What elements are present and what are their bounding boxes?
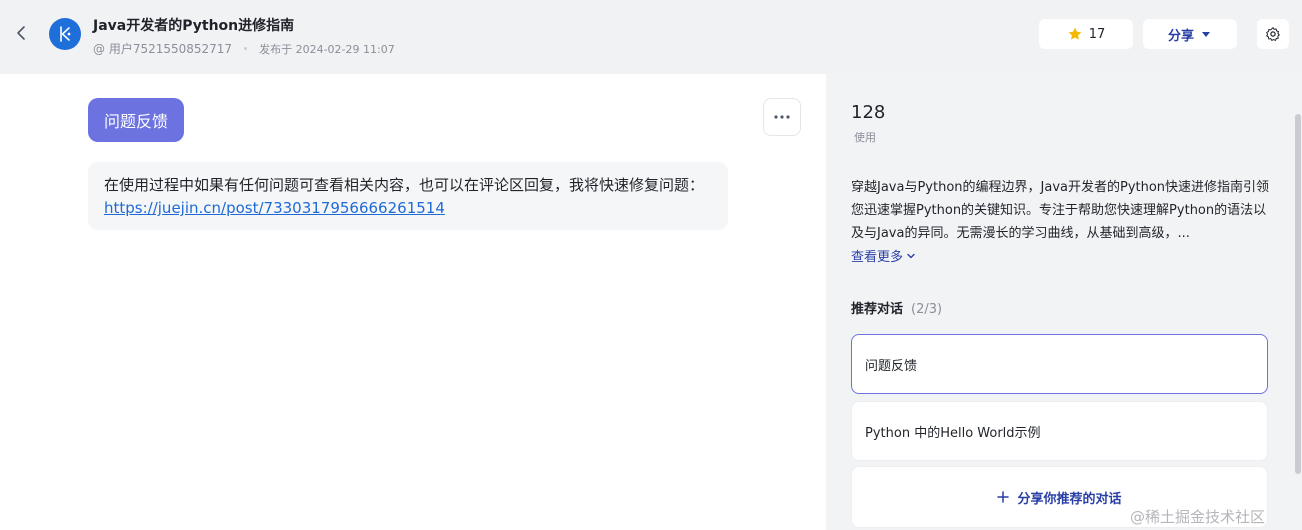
star-button[interactable]: 17 [1039, 19, 1133, 49]
recommend-item-label: Python 中的Hello World示例 [865, 425, 1041, 441]
recommend-title-text: 推荐对话 [851, 302, 904, 317]
meta-separator [244, 47, 248, 50]
chat-area: 问题反馈 在使用过程中如果有任何问题可查看相关内容，也可以在评论区回复，我将快速… [0, 74, 826, 530]
scroll-thumb[interactable] [1295, 114, 1301, 474]
bot-message: 在使用过程中如果有任何问题可查看相关内容，也可以在评论区回复，我将快速修复问题：… [88, 162, 728, 230]
recommend-item-label: 问题反馈 [865, 358, 918, 374]
share-label: 分享 [1167, 28, 1194, 44]
message-text: 在使用过程中如果有任何问题可查看相关内容，也可以在评论区回复，我将快速修复问题： [104, 176, 705, 194]
recommend-item-feedback[interactable]: 问题反馈 [851, 334, 1268, 394]
back-button[interactable] [10, 22, 32, 44]
uses-label: 使用 [854, 131, 876, 144]
header: Java开发者的Python进修指南 @ 用户7521550852717 发布于… [0, 0, 1302, 74]
see-more-link[interactable]: 查看更多 [851, 246, 916, 265]
chevron-down-icon [907, 253, 915, 258]
star-icon [1068, 27, 1082, 40]
more-options-button[interactable] [763, 98, 801, 136]
more-horizontal-icon [774, 115, 790, 119]
meta-info: @ 用户7521550852717 发布于 2024-02-29 11:07 [93, 40, 395, 57]
see-more-label: 查看更多 [851, 250, 904, 265]
info-sidebar: 128 使用 穿越Java与Python的编程边界，Java开发者的Python… [826, 74, 1294, 530]
publish-date: 发布于 2024-02-29 11:07 [259, 42, 395, 56]
avatar[interactable] [49, 18, 81, 50]
author-name[interactable]: @ 用户7521550852717 [93, 40, 232, 57]
recommend-item-hello-world[interactable]: Python 中的Hello World示例 [851, 401, 1268, 461]
settings-button[interactable] [1257, 19, 1289, 49]
question-chip[interactable]: 问题反馈 [88, 98, 184, 142]
page-title: Java开发者的Python进修指南 [93, 18, 295, 34]
recommend-count: (2/3) [911, 302, 943, 317]
bot-logo-icon [60, 26, 71, 42]
message-link[interactable]: https://juejin.cn/post/73303179566662615… [104, 199, 445, 217]
scrollbar[interactable] [1294, 74, 1302, 530]
watermark: @稀土掘金技术社区 [1130, 508, 1266, 526]
bot-description: 穿越Java与Python的编程边界，Java开发者的Python快速进修指南引… [851, 180, 1270, 241]
uses-count: 128 [851, 102, 886, 123]
star-count: 17 [1088, 26, 1106, 42]
gear-icon [1266, 27, 1280, 41]
plus-icon [997, 491, 1010, 503]
chevron-left-icon [17, 26, 25, 40]
recommend-title: 推荐对话 (2/3) [851, 298, 942, 317]
share-recommend-label: 分享你推荐的对话 [1017, 491, 1122, 507]
share-button[interactable]: 分享 [1143, 19, 1237, 49]
caret-down-icon [1202, 32, 1210, 37]
